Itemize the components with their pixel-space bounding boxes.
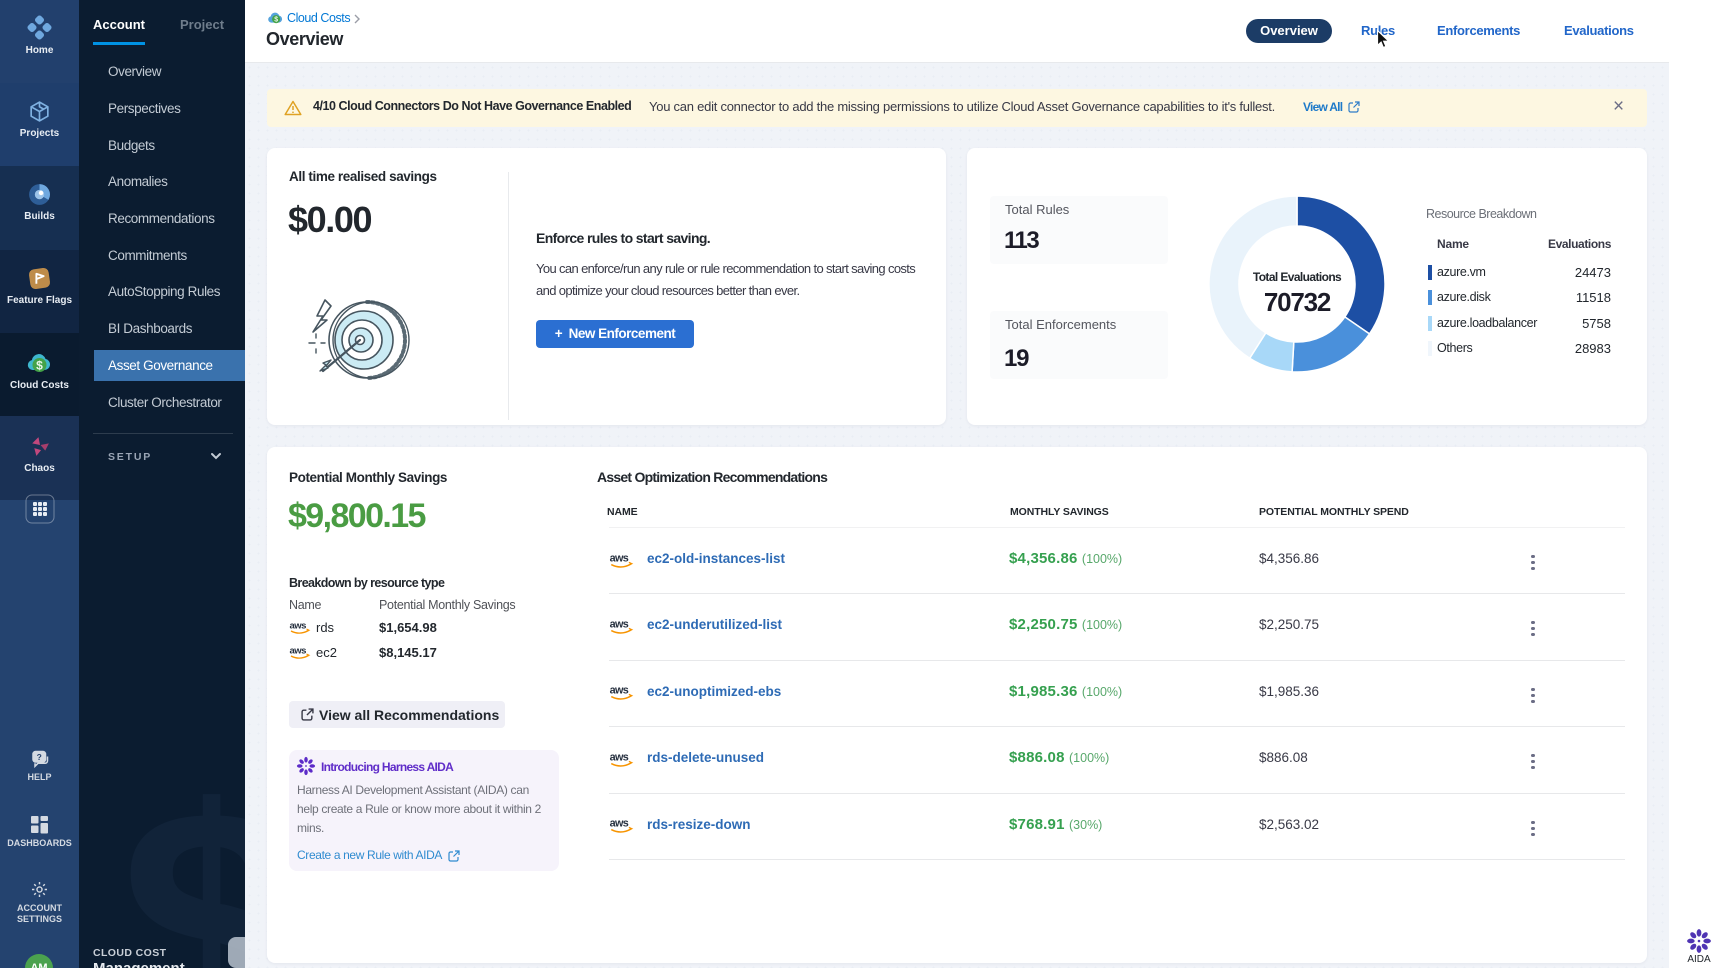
svg-text:$: $ [274,17,278,24]
svg-text:?: ? [36,752,41,762]
svg-text:aws: aws [290,646,307,657]
svg-text:aws: aws [610,752,629,764]
svg-text:aws: aws [610,818,629,830]
svg-text:$: $ [36,359,43,373]
svg-text:aws: aws [290,621,307,632]
svg-text:aws: aws [610,619,629,631]
svg-text:aws: aws [610,553,629,565]
svg-text:aws: aws [610,685,629,697]
